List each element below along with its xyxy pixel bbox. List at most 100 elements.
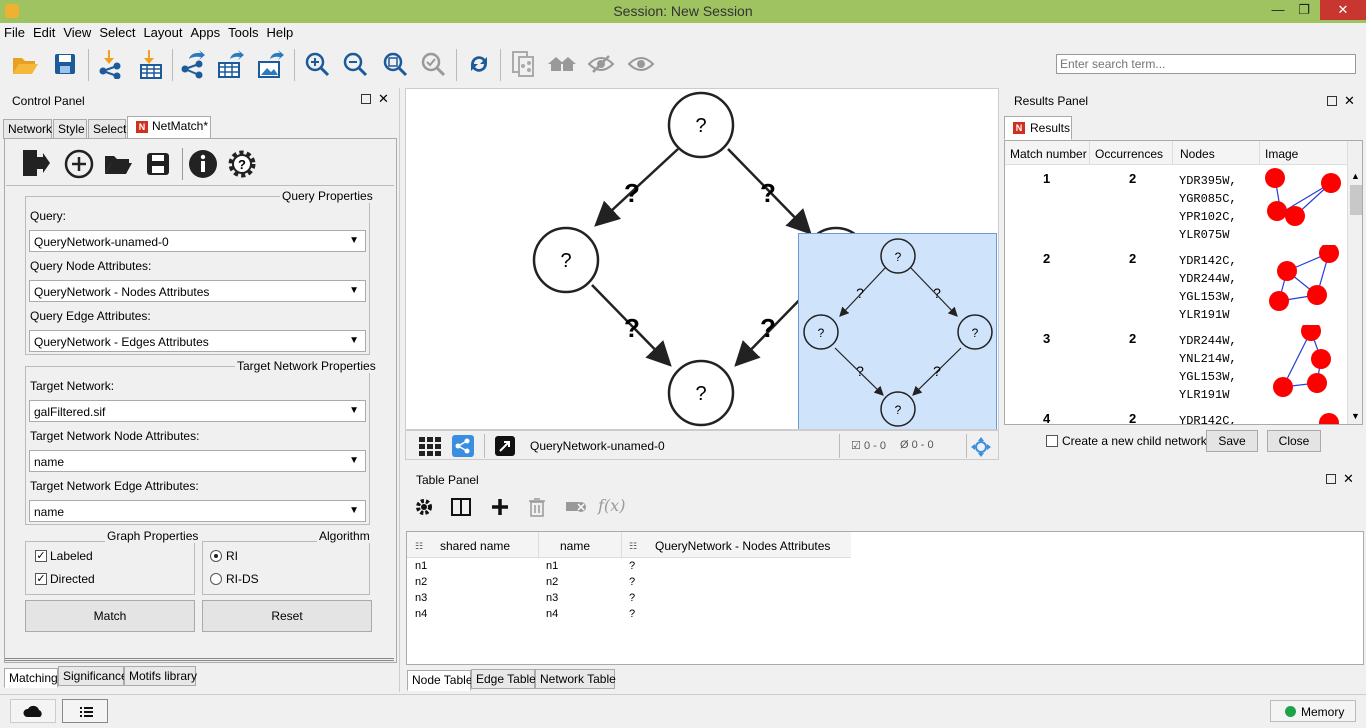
network-view-icon[interactable] — [452, 435, 474, 457]
split-divider[interactable] — [5, 658, 394, 661]
scroll-thumb[interactable] — [1350, 185, 1362, 215]
table-settings-icon[interactable] — [415, 498, 433, 519]
add-column-icon[interactable] — [490, 497, 510, 520]
search-input[interactable] — [1056, 54, 1356, 74]
import-network-icon[interactable] — [96, 49, 126, 79]
rids-radio[interactable] — [210, 573, 222, 585]
info-icon[interactable] — [187, 148, 219, 180]
query-node-attr-select[interactable]: QueryNetwork - Nodes Attributes ▼ — [29, 280, 366, 302]
tab-netmatch[interactable]: N NetMatch* — [127, 116, 211, 139]
table-row[interactable]: n1 n1? — [407, 558, 851, 574]
tab-significance[interactable]: Significance — [58, 666, 128, 686]
export-image-icon[interactable] — [256, 49, 286, 79]
help-settings-icon[interactable]: ? — [226, 148, 258, 180]
target-edge-attr-select[interactable]: name ▼ — [29, 500, 366, 522]
results-scrollbar[interactable]: ▲ ▼ — [1347, 141, 1362, 424]
labeled-checkbox[interactable]: ✓ — [35, 550, 47, 562]
table-row[interactable]: n4 n4? — [407, 606, 851, 622]
exit-icon[interactable] — [20, 148, 52, 180]
function-builder-icon[interactable]: f(x) — [598, 496, 625, 515]
float-panel-icon[interactable] — [1327, 96, 1337, 106]
tab-edge-table[interactable]: Edge Table — [471, 669, 536, 689]
col-image[interactable]: Image — [1265, 147, 1298, 161]
network-overview[interactable]: ? ? ? ? ? ? ? ? — [798, 233, 997, 429]
close-button[interactable]: Close — [1267, 430, 1321, 452]
delete-column-icon[interactable] — [528, 497, 546, 520]
float-panel-icon[interactable] — [361, 94, 371, 104]
result-row[interactable]: 3 2 YDR244W, YNL214W, YGL153W, YLR191W — [1005, 325, 1347, 405]
col-query-node-attr[interactable]: QueryNetwork - Nodes Attributes — [655, 539, 830, 553]
navigate-icon[interactable] — [970, 436, 992, 461]
hide-icon[interactable] — [586, 49, 616, 79]
close-panel-icon[interactable]: ✕ — [1344, 93, 1355, 109]
match-button[interactable]: Match — [25, 600, 195, 632]
target-network-select[interactable]: galFiltered.sif ▼ — [29, 400, 366, 422]
memory-button[interactable]: Memory — [1270, 700, 1356, 722]
float-panel-icon[interactable] — [1326, 474, 1336, 484]
refresh-icon[interactable] — [464, 49, 494, 79]
tab-style[interactable]: Style — [53, 119, 87, 139]
zoom-in-icon[interactable] — [302, 49, 332, 79]
tab-network[interactable]: Network — [3, 119, 52, 139]
export-network-icon[interactable] — [178, 49, 208, 79]
restore-button[interactable]: ❐ — [1290, 0, 1318, 20]
grid-view-icon[interactable] — [418, 436, 442, 459]
result-row[interactable]: 4 2 YDR142C, — [1005, 405, 1347, 424]
open-query-icon[interactable] — [103, 150, 135, 180]
result-row[interactable]: 2 2 YDR142C, YDR244W, YGL153W, YLR191W — [1005, 245, 1347, 325]
export-table-icon[interactable] — [216, 49, 246, 79]
delete-selection-icon[interactable] — [565, 499, 587, 518]
directed-checkbox[interactable]: ✓ — [35, 573, 47, 585]
query-select[interactable]: QueryNetwork-unamed-0 ▼ — [29, 230, 366, 252]
open-session-icon[interactable] — [10, 49, 40, 79]
tab-node-table[interactable]: Node Table — [407, 670, 473, 691]
zoom-fit-icon[interactable] — [380, 49, 410, 79]
col-nodes[interactable]: Nodes — [1180, 147, 1215, 161]
tab-matching[interactable]: Matching — [4, 668, 58, 688]
target-node-attr-select[interactable]: name ▼ — [29, 450, 366, 472]
menu-select[interactable]: Select — [95, 23, 139, 40]
close-window-button[interactable]: ✕ — [1320, 0, 1366, 20]
save-query-icon[interactable] — [144, 150, 174, 180]
tab-results[interactable]: N Results — [1004, 116, 1072, 140]
menu-edit[interactable]: Edit — [29, 23, 59, 40]
col-name[interactable]: name — [560, 539, 590, 553]
menu-tools[interactable]: Tools — [224, 23, 262, 40]
cloud-button[interactable] — [10, 699, 56, 723]
tab-select[interactable]: Select — [88, 119, 126, 139]
col-shared-name[interactable]: shared name — [440, 539, 510, 553]
col-match-number[interactable]: Match number — [1010, 147, 1087, 161]
save-session-icon[interactable] — [50, 49, 80, 79]
query-edge-attr-select[interactable]: QueryNetwork - Edges Attributes ▼ — [29, 330, 366, 352]
menu-layout[interactable]: Layout — [139, 23, 186, 40]
ri-radio[interactable] — [210, 550, 222, 562]
menu-apps[interactable]: Apps — [187, 23, 225, 40]
import-table-icon[interactable] — [136, 49, 166, 79]
minimize-button[interactable]: — — [1264, 0, 1292, 20]
close-panel-icon[interactable]: ✕ — [378, 91, 389, 107]
detach-view-icon[interactable] — [495, 436, 515, 456]
menu-view[interactable]: View — [59, 23, 95, 40]
save-button[interactable]: Save — [1206, 430, 1258, 452]
home-icon[interactable] — [546, 49, 576, 79]
network-view[interactable]: ? ? ? ? ? ? ? ? ? ? ? ? ? ? ? — [405, 88, 999, 430]
tab-network-table[interactable]: Network Table — [535, 669, 616, 689]
scroll-up-icon[interactable]: ▲ — [1351, 171, 1360, 181]
zoom-selected-icon[interactable] — [418, 49, 448, 79]
new-network-from-selection-icon[interactable] — [508, 49, 538, 79]
show-all-icon[interactable] — [626, 49, 656, 79]
result-row[interactable]: 1 2 YDR395W, YGR085C, YPR102C, YLR075W — [1005, 165, 1347, 245]
column-layout-icon[interactable] — [451, 498, 471, 519]
scroll-down-icon[interactable]: ▼ — [1351, 411, 1360, 421]
col-occurrences[interactable]: Occurrences — [1095, 147, 1163, 161]
table-row[interactable]: n2 n2? — [407, 574, 851, 590]
menu-file[interactable]: File — [0, 23, 29, 40]
zoom-out-icon[interactable] — [340, 49, 370, 79]
close-panel-icon[interactable]: ✕ — [1343, 471, 1354, 487]
task-list-button[interactable] — [62, 699, 108, 723]
add-query-icon[interactable] — [63, 148, 95, 180]
table-row[interactable]: n3 n3? — [407, 590, 851, 606]
create-child-network-checkbox[interactable] — [1046, 435, 1058, 447]
reset-button[interactable]: Reset — [202, 600, 372, 632]
tab-motifs-library[interactable]: Motifs library — [124, 666, 197, 686]
